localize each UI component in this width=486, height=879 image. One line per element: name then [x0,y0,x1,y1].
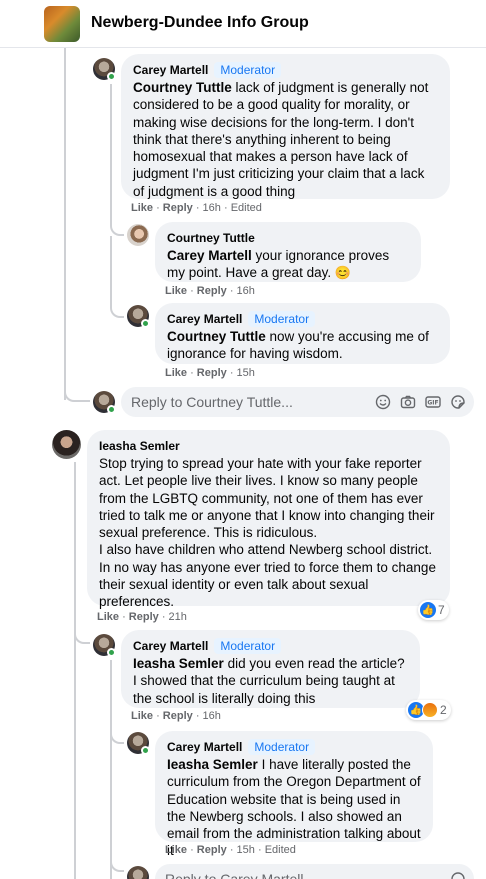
thread-connector [110,850,124,872]
reply-input[interactable]: Reply to Courtney Tuttle... GIF [121,387,474,417]
group-header: Newberg-Dundee Info Group [0,0,486,48]
svg-text:GIF: GIF [427,400,438,407]
like-reaction-icon: 👍 [420,602,436,618]
reply-placeholder[interactable]: Reply to Carey Martell... [165,871,450,879]
group-thumbnail[interactable] [44,6,80,42]
online-status-icon [141,746,150,755]
mention-link[interactable]: Courtney Tuttle [133,80,232,95]
reply-button[interactable]: Reply [163,202,193,214]
thread-connector [110,722,124,744]
gif-icon[interactable]: GIF [425,394,441,410]
like-button[interactable]: Like [131,710,153,722]
reply-button[interactable]: Reply [197,844,227,856]
moderator-badge: Moderator [248,739,316,755]
comment-author[interactable]: Courtney Tuttle [167,230,255,246]
thread-connector [64,380,90,402]
like-button[interactable]: Like [97,611,119,623]
comment-author[interactable]: Carey Martell [133,638,208,654]
comment-author[interactable]: Carey Martell [167,739,242,755]
reaction-count: 7 [438,603,445,617]
angry-reaction-icon [422,702,438,718]
reply-input[interactable]: Reply to Carey Martell... [155,864,474,879]
like-button[interactable]: Like [165,367,187,379]
edited-label: Edited [230,202,262,214]
thread-line [64,48,66,400]
online-status-icon [107,72,116,81]
reaction-summary[interactable]: 👍 7 [418,600,449,620]
reply-button[interactable]: Reply [163,710,193,722]
comment-author[interactable]: Ieasha Semler [99,438,180,454]
moderator-badge: Moderator [248,311,316,327]
comment-actions: Like · Reply · 16h · Edited [131,202,262,214]
thread-connector [74,622,90,644]
comment-actions: Like · Reply · 21h [97,611,187,623]
comment-text: Ieasha Semler did you even read the arti… [133,656,405,706]
thread-line [110,84,112,222]
moderator-badge: Moderator [214,638,282,654]
timestamp[interactable]: 16h [237,285,255,297]
like-button[interactable]: Like [131,202,153,214]
thread-line [110,660,112,879]
moderator-badge: Moderator [214,62,282,78]
smile-emoji-icon: 😊 [334,265,352,281]
comment-author[interactable]: Carey Martell [167,311,242,327]
online-status-icon [107,405,116,414]
mention-link[interactable]: Ieasha Semler [167,757,258,772]
mention-link[interactable]: Ieasha Semler [133,656,224,671]
mention-link[interactable]: Carey Martell [167,248,252,263]
timestamp[interactable]: 21h [169,611,187,623]
reply-button[interactable]: Reply [197,367,227,379]
avatar [127,866,149,879]
like-button[interactable]: Like [165,844,187,856]
reply-button[interactable]: Reply [197,285,227,297]
comment-bubble: Courtney Tuttle Carey Martell your ignor… [155,222,421,282]
comment-text: Carey Martell your ignorance proves my p… [167,248,390,281]
timestamp[interactable]: 15h [237,844,255,856]
comment-author[interactable]: Carey Martell [133,62,208,78]
reaction-summary[interactable]: 👍 2 [406,700,451,720]
comment-bubble: Ieasha Semler Stop trying to spread your… [87,430,450,609]
comment-actions: Like · Reply · 15h [165,367,255,379]
comment-bubble: Carey Martell Moderator Courtney Tuttle … [121,54,450,199]
comment-text: Courtney Tuttle lack of judgment is gene… [133,80,429,199]
timestamp[interactable]: 16h [203,710,221,722]
like-button[interactable]: Like [165,285,187,297]
avatar[interactable] [127,224,149,246]
comment-bubble: Carey Martell Moderator Courtney Tuttle … [155,303,450,364]
online-status-icon [107,648,116,657]
online-status-icon [141,319,150,328]
comment-text: Courtney Tuttle now you're accusing me o… [167,329,429,362]
camera-icon[interactable] [400,394,416,410]
comment-text: Stop trying to spread your hate with you… [99,456,436,610]
thread-connector [110,236,124,318]
comment-actions: Like · Reply · 15h · Edited [165,844,296,856]
mention-link[interactable]: Courtney Tuttle [167,329,266,344]
reply-placeholder[interactable]: Reply to Courtney Tuttle... [131,394,375,410]
comment-bubble: Carey Martell Moderator Ieasha Semler I … [155,731,433,858]
smiley-icon[interactable] [375,394,391,410]
reaction-count: 2 [440,703,447,717]
thread-connector [110,220,124,236]
timestamp[interactable]: 16h [203,202,221,214]
thread-line [74,462,76,879]
avatar[interactable] [52,430,81,459]
edited-label: Edited [264,844,296,856]
timestamp[interactable]: 15h [237,367,255,379]
sticker-icon[interactable] [450,394,466,410]
comment-bubble: Carey Martell Moderator Ieasha Semler di… [121,630,420,708]
reply-button[interactable]: Reply [129,611,159,623]
comment-actions: Like · Reply · 16h [165,285,255,297]
sticker-icon[interactable] [450,871,466,879]
comment-actions: Like · Reply · 16h [131,710,221,722]
group-name[interactable]: Newberg-Dundee Info Group [91,14,309,32]
